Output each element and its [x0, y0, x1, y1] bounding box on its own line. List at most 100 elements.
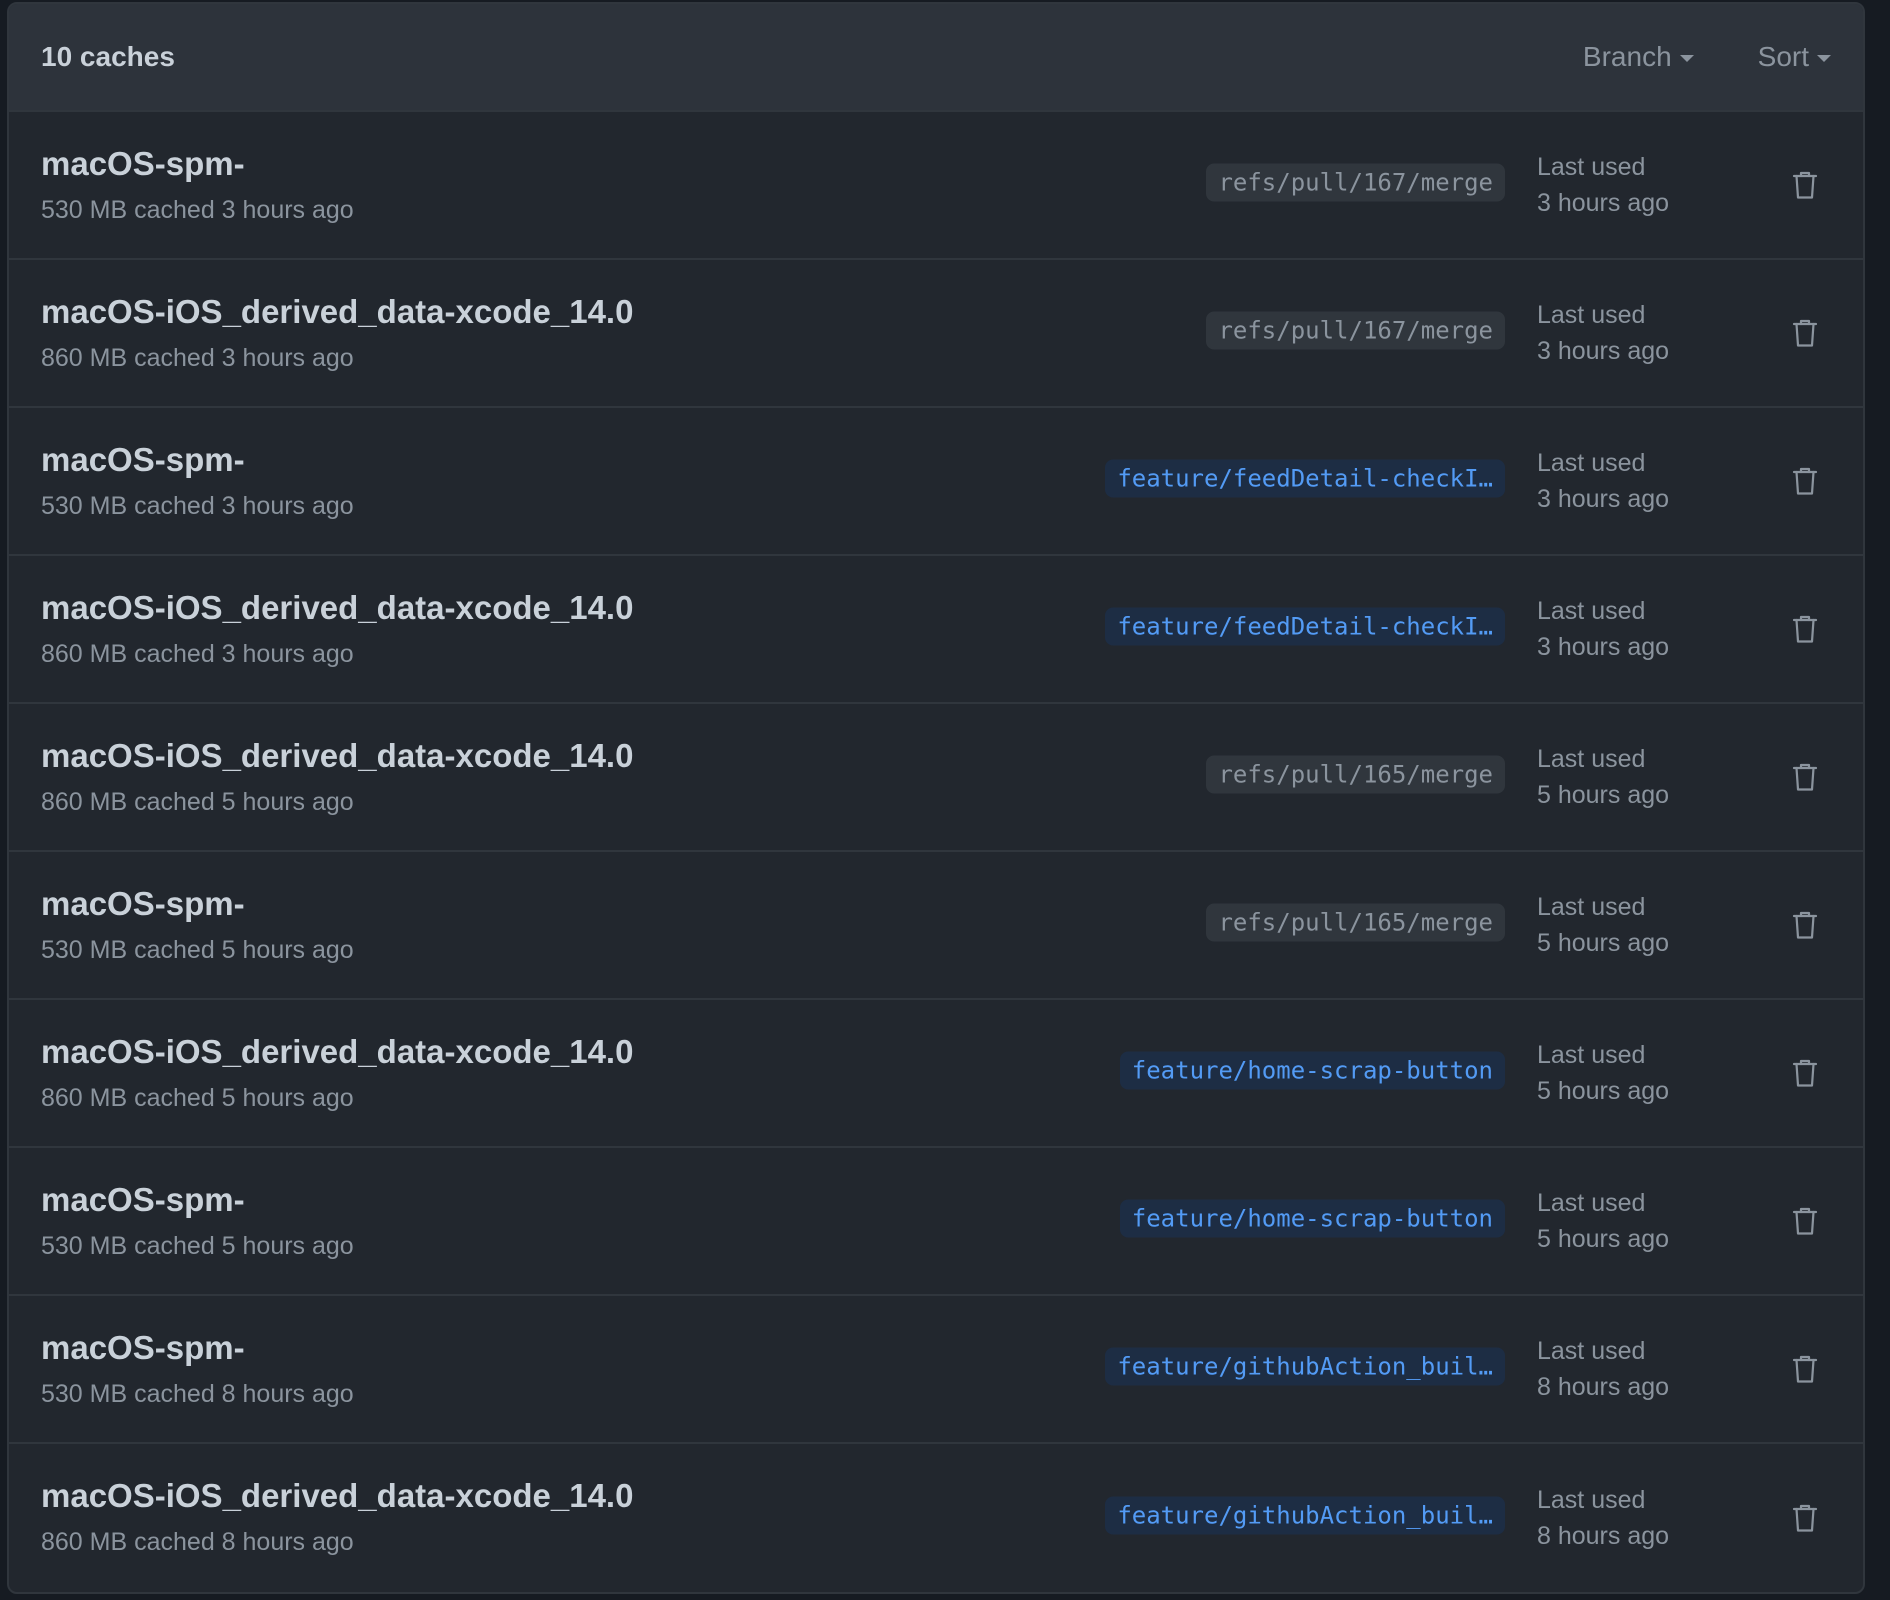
- cache-meta: 530 MB cached 3 hours ago: [41, 492, 354, 520]
- sort-filter-button[interactable]: Sort: [1758, 41, 1831, 73]
- cache-row: macOS-spm- 530 MB cached 8 hours ago fea…: [9, 1296, 1863, 1444]
- branch-tag[interactable]: refs/pull/167/merge: [1206, 311, 1505, 350]
- cache-row: macOS-iOS_derived_data-xcode_14.0 860 MB…: [9, 704, 1863, 852]
- last-used-label: Last used: [1537, 1486, 1646, 1514]
- trash-icon: [1792, 1207, 1818, 1235]
- cache-row: macOS-iOS_derived_data-xcode_14.0 860 MB…: [9, 260, 1863, 408]
- cache-info: macOS-iOS_derived_data-xcode_14.0 860 MB…: [41, 736, 633, 817]
- trash-icon: [1792, 1504, 1818, 1532]
- last-used: Last used 3 hours ago: [1537, 149, 1669, 221]
- cache-count: 10 caches: [41, 41, 175, 72]
- trash-icon: [1792, 615, 1818, 643]
- cache-key[interactable]: macOS-iOS_derived_data-xcode_14.0: [41, 588, 633, 628]
- last-used-time: 3 hours ago: [1537, 189, 1670, 217]
- cache-info: macOS-spm- 530 MB cached 5 hours ago: [41, 1180, 354, 1261]
- cache-key[interactable]: macOS-iOS_derived_data-xcode_14.0: [41, 736, 633, 776]
- branch-tag[interactable]: feature/home-scrap-button: [1119, 1051, 1505, 1090]
- cache-key[interactable]: macOS-spm-: [41, 440, 354, 480]
- cache-key[interactable]: macOS-iOS_derived_data-xcode_14.0: [41, 292, 633, 332]
- delete-cache-button[interactable]: [1785, 1349, 1825, 1389]
- branch-tag[interactable]: refs/pull/167/merge: [1206, 163, 1505, 202]
- delete-cache-button[interactable]: [1785, 165, 1825, 205]
- cache-info: macOS-spm- 530 MB cached 8 hours ago: [41, 1328, 354, 1409]
- last-used-time: 3 hours ago: [1537, 485, 1670, 513]
- cache-meta: 860 MB cached 3 hours ago: [41, 640, 354, 668]
- last-used-label: Last used: [1537, 153, 1646, 181]
- branch-tag[interactable]: feature/githubAction_buil…: [1105, 1347, 1505, 1386]
- last-used-time: 8 hours ago: [1537, 1373, 1670, 1401]
- branch-wrap: feature/home-scrap-button: [1119, 1051, 1505, 1095]
- caches-panel: 10 caches Branch Sort macOS-spm- 530 MB …: [7, 2, 1865, 1594]
- branch-wrap: feature/home-scrap-button: [1119, 1199, 1505, 1243]
- branch-filter-label: Branch: [1582, 41, 1672, 72]
- cache-list: macOS-spm- 530 MB cached 3 hours ago ref…: [9, 112, 1863, 1592]
- last-used: Last used 3 hours ago: [1537, 593, 1669, 665]
- sort-filter-label: Sort: [1757, 41, 1809, 72]
- caret-down-icon: [1817, 54, 1831, 62]
- delete-cache-button[interactable]: [1785, 1201, 1825, 1241]
- cache-meta: 860 MB cached 5 hours ago: [41, 788, 354, 816]
- trash-icon: [1792, 763, 1818, 791]
- cache-info: macOS-spm- 530 MB cached 3 hours ago: [41, 440, 354, 521]
- delete-cache-button[interactable]: [1785, 609, 1825, 649]
- last-used: Last used 8 hours ago: [1537, 1333, 1669, 1405]
- cache-info: macOS-iOS_derived_data-xcode_14.0 860 MB…: [41, 292, 633, 373]
- trash-icon: [1792, 911, 1818, 939]
- last-used-time: 3 hours ago: [1537, 633, 1670, 661]
- delete-cache-button[interactable]: [1785, 313, 1825, 353]
- branch-tag[interactable]: feature/feedDetail-checkI…: [1105, 459, 1505, 498]
- trash-icon: [1792, 319, 1818, 347]
- delete-cache-button[interactable]: [1785, 757, 1825, 797]
- branch-tag[interactable]: refs/pull/165/merge: [1206, 755, 1505, 794]
- last-used: Last used 5 hours ago: [1537, 1185, 1669, 1257]
- branch-wrap: feature/feedDetail-checkI…: [1105, 459, 1505, 503]
- last-used: Last used 3 hours ago: [1537, 445, 1669, 517]
- cache-key[interactable]: macOS-spm-: [41, 1180, 354, 1220]
- cache-key[interactable]: macOS-iOS_derived_data-xcode_14.0: [41, 1032, 633, 1072]
- branch-filter-button[interactable]: Branch: [1583, 41, 1694, 73]
- last-used: Last used 5 hours ago: [1537, 889, 1669, 961]
- branch-tag[interactable]: feature/feedDetail-checkI…: [1105, 607, 1505, 646]
- cache-row: macOS-iOS_derived_data-xcode_14.0 860 MB…: [9, 1000, 1863, 1148]
- delete-cache-button[interactable]: [1785, 905, 1825, 945]
- last-used-label: Last used: [1537, 893, 1646, 921]
- cache-row: macOS-iOS_derived_data-xcode_14.0 860 MB…: [9, 556, 1863, 704]
- cache-row: macOS-spm- 530 MB cached 5 hours ago ref…: [9, 852, 1863, 1000]
- cache-row: macOS-spm- 530 MB cached 3 hours ago fea…: [9, 408, 1863, 556]
- cache-meta: 860 MB cached 3 hours ago: [41, 344, 354, 372]
- caches-header: 10 caches Branch Sort: [9, 4, 1863, 112]
- trash-icon: [1792, 1059, 1818, 1087]
- cache-meta: 530 MB cached 5 hours ago: [41, 936, 354, 964]
- cache-key[interactable]: macOS-iOS_derived_data-xcode_14.0: [41, 1476, 633, 1516]
- cache-key[interactable]: macOS-spm-: [41, 1328, 354, 1368]
- cache-row: macOS-spm- 530 MB cached 3 hours ago ref…: [9, 112, 1863, 260]
- caret-down-icon: [1679, 54, 1694, 62]
- last-used-label: Last used: [1537, 1041, 1646, 1069]
- cache-info: macOS-iOS_derived_data-xcode_14.0 860 MB…: [41, 1032, 633, 1113]
- trash-icon: [1792, 467, 1818, 495]
- last-used-time: 8 hours ago: [1537, 1522, 1670, 1550]
- cache-key[interactable]: macOS-spm-: [41, 884, 354, 924]
- branch-tag[interactable]: feature/home-scrap-button: [1119, 1199, 1505, 1238]
- branch-tag[interactable]: feature/githubAction_buil…: [1105, 1496, 1505, 1535]
- delete-cache-button[interactable]: [1785, 1053, 1825, 1093]
- cache-row: macOS-iOS_derived_data-xcode_14.0 860 MB…: [9, 1444, 1863, 1592]
- last-used-label: Last used: [1537, 1189, 1646, 1217]
- cache-key[interactable]: macOS-spm-: [41, 144, 354, 184]
- delete-cache-button[interactable]: [1785, 461, 1825, 501]
- last-used: Last used 3 hours ago: [1537, 297, 1669, 369]
- branch-wrap: feature/githubAction_buil…: [1105, 1347, 1505, 1391]
- last-used: Last used 8 hours ago: [1537, 1482, 1669, 1554]
- last-used-time: 3 hours ago: [1537, 337, 1670, 365]
- cache-meta: 530 MB cached 3 hours ago: [41, 196, 354, 224]
- branch-tag[interactable]: refs/pull/165/merge: [1206, 903, 1505, 942]
- cache-info: macOS-spm- 530 MB cached 3 hours ago: [41, 144, 354, 225]
- cache-row: macOS-spm- 530 MB cached 5 hours ago fea…: [9, 1148, 1863, 1296]
- last-used: Last used 5 hours ago: [1537, 1037, 1669, 1109]
- last-used-time: 5 hours ago: [1537, 1225, 1670, 1253]
- delete-cache-button[interactable]: [1785, 1498, 1825, 1538]
- branch-wrap: refs/pull/167/merge: [1206, 311, 1505, 355]
- last-used: Last used 5 hours ago: [1537, 741, 1669, 813]
- cache-info: macOS-iOS_derived_data-xcode_14.0 860 MB…: [41, 588, 633, 669]
- cache-meta: 860 MB cached 8 hours ago: [41, 1528, 354, 1556]
